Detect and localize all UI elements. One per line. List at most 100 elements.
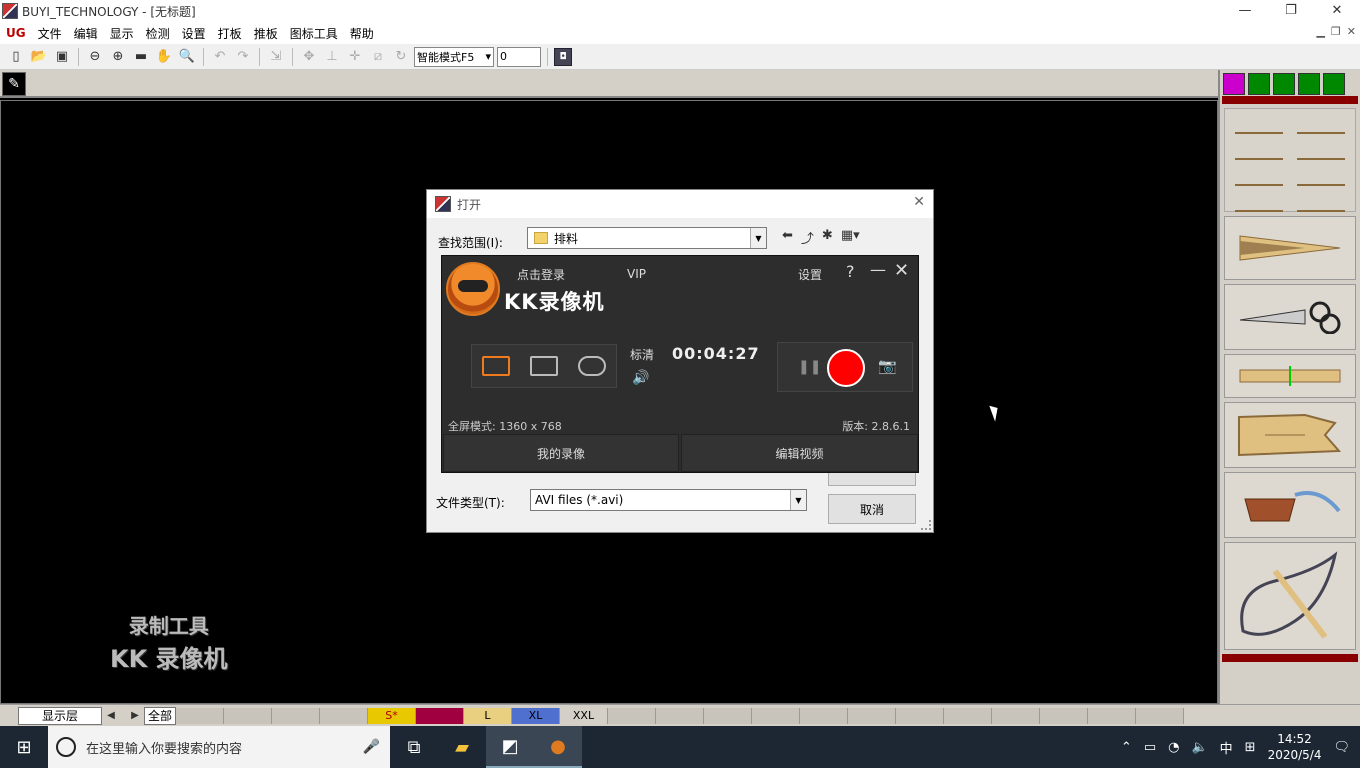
wifi-icon[interactable]: ◔ [1168,740,1179,755]
keyboard-grid-icon[interactable]: ⊞ [1245,740,1256,755]
file-explorer-icon[interactable]: ▰ [438,726,486,768]
menu-ug[interactable]: UG [0,26,32,40]
notification-icon[interactable]: 🗨 [1333,740,1350,755]
next-arrow-icon[interactable]: ▶ [126,708,144,724]
back-arrow-icon[interactable]: ⬅ [782,228,793,247]
login-link[interactable]: 点击登录 [517,266,565,283]
dart-tool-icon[interactable] [1235,142,1283,160]
microphone-icon[interactable]: 🎤 [363,739,380,755]
dialog-close-icon[interactable]: ✕ [913,194,925,210]
help-icon[interactable]: ? [846,262,855,281]
fullscreen-mode-icon[interactable] [482,356,510,376]
view-menu-icon[interactable]: ▦▾ [841,228,860,247]
french-curve-card[interactable] [1224,542,1356,650]
size-l[interactable]: L [464,707,512,724]
close-button[interactable]: ✕ [1314,0,1360,22]
arrow-tab-icon[interactable] [1298,73,1320,95]
new-file-icon[interactable]: ▯ [6,47,26,67]
mirror-icon[interactable]: ⧄ [368,47,388,67]
size-s[interactable]: S* [368,707,416,724]
menu-edit[interactable]: 编辑 [68,25,104,42]
menu-grading[interactable]: 推板 [248,25,284,42]
battery-icon[interactable]: ▭ [1144,740,1156,755]
region-mode-icon[interactable] [530,356,558,376]
camera-icon[interactable]: 📷 [878,357,897,375]
my-videos-button[interactable]: 我的录像 [443,434,679,472]
menu-icon-tools[interactable]: 图标工具 [284,25,344,42]
game-mode-icon[interactable] [578,356,606,376]
pan-hand-icon[interactable]: ✋ [154,47,174,67]
undo-icon[interactable]: ↶ [210,47,230,67]
buyi-app-icon[interactable]: ◩ [486,726,534,768]
restore-button[interactable]: ❐ [1268,0,1314,22]
dart-card[interactable] [1224,216,1356,280]
look-in-select[interactable]: 排料 ▼ [527,227,767,249]
size-xxl[interactable]: XXL [560,707,608,724]
redo-icon[interactable]: ↷ [233,47,253,67]
special-tool-icon[interactable]: ◘ [554,47,572,66]
zoom-out-icon[interactable]: ⊖ [85,47,105,67]
curve-tool-icon[interactable] [1297,142,1345,160]
size-xl[interactable]: XL [512,707,560,724]
cancel-button[interactable]: 取消 [828,494,916,524]
divider-tool-icon[interactable] [1297,168,1345,186]
open-folder-icon[interactable]: 📂 [29,47,49,67]
all-button[interactable]: 全部 [144,706,176,725]
resize-grip-icon[interactable] [921,520,931,530]
menu-file[interactable]: 文件 [32,25,68,42]
compass-tool-icon[interactable] [1235,168,1283,186]
prev-arrow-icon[interactable]: ◀ [102,708,120,724]
pencil-tool-icon[interactable] [1235,116,1283,134]
align-icon[interactable]: ⊥ [322,47,342,67]
task-view-icon[interactable]: ⧉ [390,726,438,768]
menu-check[interactable]: 检测 [140,25,176,42]
mdi-restore-icon[interactable]: ❐ [1331,25,1341,38]
move-icon[interactable]: ✥ [299,47,319,67]
taskbar-search[interactable]: 在这里输入你要搜索的内容 🎤 [48,726,390,768]
size-m[interactable]: M [416,707,464,724]
settings-link[interactable]: 设置 [798,266,822,283]
mdi-close-icon[interactable]: ✕ [1347,25,1356,38]
zoom-in-icon[interactable]: ⊕ [108,47,128,67]
ime-indicator[interactable]: 中 [1220,738,1233,757]
line-tool-icon[interactable] [1297,194,1345,212]
pattern-piece-card[interactable] [1224,402,1356,468]
windows-start-icon[interactable]: ⊞ [0,726,48,768]
seam-card[interactable] [1224,354,1356,398]
mode-select[interactable]: 智能模式F5 ▾ [414,46,494,67]
record-tab-icon[interactable] [1323,73,1345,95]
kk-close-icon[interactable]: ✕ [894,260,909,281]
rect-tab-icon[interactable] [1248,73,1270,95]
menu-pattern[interactable]: 打板 [212,25,248,42]
kk-minimize-icon[interactable]: — [870,260,886,279]
new-folder-icon[interactable]: ✱ [822,228,833,247]
point-tab-icon[interactable] [1273,73,1295,95]
minimize-button[interactable]: — [1222,0,1268,22]
select-icon[interactable]: ⇲ [266,47,286,67]
save-icon[interactable]: ▣ [52,47,72,67]
value-input[interactable]: 0 [497,46,541,67]
up-folder-icon[interactable]: ⤴ [801,228,814,247]
kk-recorder-app-icon[interactable]: ● [534,726,582,768]
rotate-icon[interactable]: ↻ [391,47,411,67]
record-button[interactable] [827,349,865,387]
tape-tool-icon[interactable] [1235,194,1283,212]
menu-view[interactable]: 显示 [104,25,140,42]
basin-card[interactable] [1224,472,1356,538]
menu-settings[interactable]: 设置 [176,25,212,42]
chevron-up-icon[interactable]: ⌃ [1121,740,1132,755]
vip-link[interactable]: VIP [627,267,646,281]
file-type-select[interactable]: AVI files (*.avi) ▼ [530,489,807,511]
cross-icon[interactable]: ✛ [345,47,365,67]
zoom-window-icon[interactable]: 🔍 [177,47,197,67]
clock[interactable]: 14:52 2020/5/4 [1268,731,1322,763]
pause-icon[interactable]: ❚❚ [798,359,821,375]
mdi-minimize-icon[interactable]: ▁ [1316,25,1324,38]
menu-help[interactable]: 帮助 [344,25,380,42]
fit-screen-icon[interactable]: ▬ [131,47,151,67]
pattern-tab-icon[interactable] [1223,73,1245,95]
edit-video-button[interactable]: 编辑视频 [681,434,918,472]
speaker-icon[interactable]: 🔊 [632,370,649,386]
layer-select[interactable]: 显示层 [18,706,102,725]
volume-icon[interactable]: 🔈 [1191,740,1207,755]
